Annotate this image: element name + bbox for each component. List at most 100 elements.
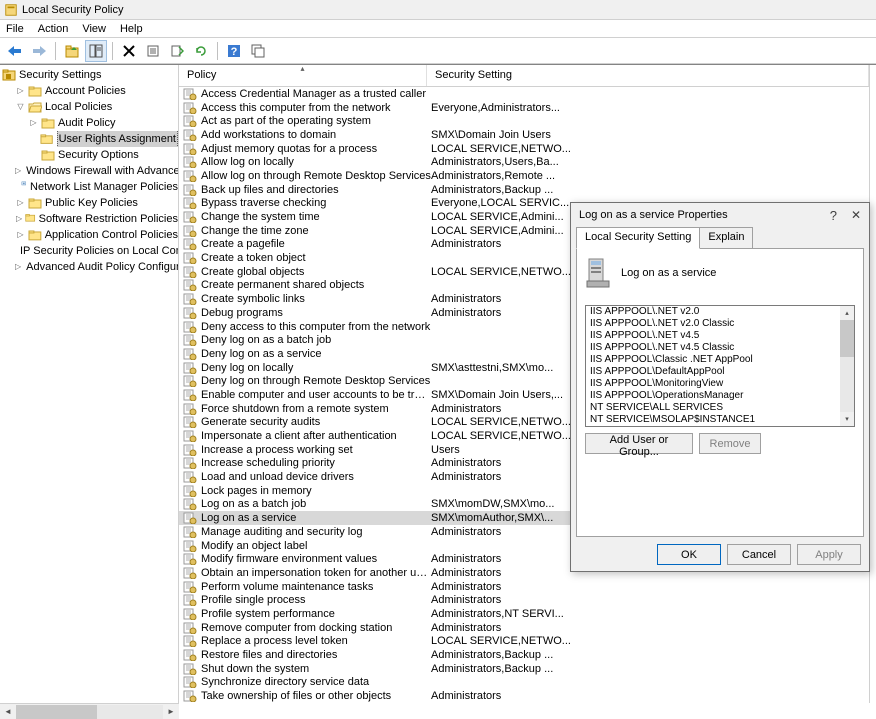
tree-expander-icon[interactable] xyxy=(28,134,38,145)
tree-expander-icon[interactable] xyxy=(28,150,39,161)
policy-item-icon xyxy=(183,266,197,278)
tree-item-label: Software Restriction Policies xyxy=(39,211,178,227)
tree-expander-icon[interactable]: ▷ xyxy=(15,166,21,177)
listbox-item[interactable]: IIS APPPOOL\.NET v4.5 Classic xyxy=(586,342,840,354)
listbox-item[interactable]: IIS APPPOOL\DefaultAppPool xyxy=(586,366,840,378)
tree-horizontal-scrollbar[interactable]: ◄ ► xyxy=(0,703,179,719)
policy-row[interactable]: Restore files and directoriesAdministrat… xyxy=(179,648,869,662)
listbox-item[interactable]: IIS APPPOOL\.NET v2.0 xyxy=(586,306,840,318)
policy-row[interactable]: Replace a process level tokenLOCAL SERVI… xyxy=(179,635,869,649)
tree-item-label: Public Key Policies xyxy=(45,195,138,211)
menu-view[interactable]: View xyxy=(82,23,106,35)
up-button[interactable] xyxy=(61,40,83,62)
window-list-button[interactable] xyxy=(247,40,269,62)
policy-row[interactable]: Access this computer from the networkEve… xyxy=(179,101,869,115)
menu-file[interactable]: File xyxy=(6,23,24,35)
tree-expander-icon[interactable]: ▷ xyxy=(15,214,23,225)
scroll-up-button[interactable]: ▴ xyxy=(840,306,854,320)
tree-item[interactable]: ▷Application Control Policies xyxy=(0,227,178,243)
menu-action[interactable]: Action xyxy=(38,23,69,35)
policy-name: Deny log on as a batch job xyxy=(201,334,431,346)
tree-expander-icon[interactable]: ▷ xyxy=(15,198,26,209)
tree-item[interactable]: IP Security Policies on Local Compute xyxy=(0,243,178,259)
policy-row[interactable]: Add workstations to domainSMX\Domain Joi… xyxy=(179,128,869,142)
tree-item[interactable]: User Rights Assignment xyxy=(0,131,178,147)
listbox-item[interactable]: NT SERVICE\ALL SERVICES xyxy=(586,402,840,414)
listbox-item[interactable]: IIS APPPOOL\.NET v2.0 Classic xyxy=(586,318,840,330)
scroll-track[interactable] xyxy=(840,320,854,412)
tree-item[interactable]: ▷ Software Restriction Policies xyxy=(0,211,178,227)
show-hide-button[interactable] xyxy=(85,40,107,62)
tree-item[interactable]: ▽Local Policies xyxy=(0,99,178,115)
add-user-or-group-button[interactable]: Add User or Group... xyxy=(585,433,693,454)
policy-row[interactable]: Shut down the systemAdministrators,Backu… xyxy=(179,662,869,676)
scroll-thumb[interactable] xyxy=(16,705,97,719)
tree-item[interactable]: ▷ Public Key Policies xyxy=(0,195,178,211)
menu-help[interactable]: Help xyxy=(120,23,143,35)
delete-button[interactable] xyxy=(118,40,140,62)
ok-button[interactable]: OK xyxy=(657,544,721,565)
forward-button[interactable] xyxy=(28,40,50,62)
tree-expander-icon[interactable]: ▷ xyxy=(15,86,26,97)
tree-item[interactable]: ▷Audit Policy xyxy=(0,115,178,131)
tree-expander-icon[interactable]: ▷ xyxy=(15,230,26,241)
tree-root-item[interactable]: Security Settings xyxy=(0,67,178,83)
policy-row[interactable]: Profile system performanceAdministrators… xyxy=(179,607,869,621)
help-button[interactable]: ? xyxy=(223,40,245,62)
tree-expander-icon[interactable]: ▷ xyxy=(28,118,39,129)
tree-expander-icon[interactable]: ▽ xyxy=(15,102,26,113)
apply-button[interactable]: Apply xyxy=(797,544,861,565)
scroll-right-button[interactable]: ► xyxy=(163,705,179,719)
tree-item[interactable]: ▷Advanced Audit Policy Configuration xyxy=(0,259,178,275)
cancel-button[interactable]: Cancel xyxy=(727,544,791,565)
column-policy-label: Policy xyxy=(187,69,216,81)
policy-name: Change the system time xyxy=(201,211,431,223)
scroll-thumb[interactable] xyxy=(840,320,854,357)
policy-row[interactable]: Back up files and directoriesAdministrat… xyxy=(179,183,869,197)
policy-row[interactable]: Profile single processAdministrators xyxy=(179,593,869,607)
dialog-close-button[interactable]: ✕ xyxy=(851,208,861,222)
policy-row[interactable]: Remove computer from docking stationAdmi… xyxy=(179,621,869,635)
policy-item-icon xyxy=(183,156,197,168)
toolbar-separator xyxy=(112,42,113,60)
policy-row[interactable]: Synchronize directory service data xyxy=(179,676,869,690)
remove-button[interactable]: Remove xyxy=(699,433,761,454)
column-policy[interactable]: Policy ▴ xyxy=(179,65,427,86)
tree-pane[interactable]: Security Settings▷Account Policies▽Local… xyxy=(0,65,179,703)
tree-item[interactable]: Network List Manager Policies xyxy=(0,179,178,195)
dialog-help-button[interactable]: ? xyxy=(830,208,837,223)
export-button[interactable] xyxy=(166,40,188,62)
users-listbox[interactable]: IIS APPPOOL\.NET v2.0IIS APPPOOL\.NET v2… xyxy=(585,305,855,427)
policy-row[interactable]: Allow log on through Remote Desktop Serv… xyxy=(179,169,869,183)
policy-name: Synchronize directory service data xyxy=(201,676,431,688)
policy-row[interactable]: Act as part of the operating system xyxy=(179,114,869,128)
policy-row[interactable]: Take ownership of files or other objects… xyxy=(179,689,869,703)
tab-explain[interactable]: Explain xyxy=(699,227,753,248)
tree-item[interactable]: ▷Account Policies xyxy=(0,83,178,99)
tree-item[interactable]: ▷Windows Firewall with Advanced Sec xyxy=(0,163,178,179)
policy-name: Deny log on locally xyxy=(201,362,431,374)
listbox-item[interactable]: IIS APPPOOL\.NET v4.5 xyxy=(586,330,840,342)
properties-button[interactable] xyxy=(142,40,164,62)
listbox-item[interactable]: NT SERVICE\MSOLAP$INSTANCE1 xyxy=(586,414,840,426)
tree-item[interactable]: Security Options xyxy=(0,147,178,163)
tree-root-label: Security Settings xyxy=(19,67,102,83)
scroll-track[interactable] xyxy=(16,705,163,719)
policy-name: Deny access to this computer from the ne… xyxy=(201,321,431,333)
listbox-item[interactable]: IIS APPPOOL\Classic .NET AppPool xyxy=(586,354,840,366)
policy-row[interactable]: Adjust memory quotas for a processLOCAL … xyxy=(179,142,869,156)
tab-local-security-setting[interactable]: Local Security Setting xyxy=(576,227,700,249)
listbox-item[interactable]: IIS APPPOOL\OperationsManager xyxy=(586,390,840,402)
column-setting[interactable]: Security Setting xyxy=(427,65,869,86)
policy-row[interactable]: Access Credential Manager as a trusted c… xyxy=(179,87,869,101)
policy-row[interactable]: Allow log on locallyAdministrators,Users… xyxy=(179,155,869,169)
scroll-down-button[interactable]: ▾ xyxy=(840,412,854,426)
back-button[interactable] xyxy=(4,40,26,62)
listbox-item[interactable]: IIS APPPOOL\MonitoringView xyxy=(586,378,840,390)
tree-expander-icon[interactable]: ▷ xyxy=(15,262,21,273)
policy-row[interactable]: Perform volume maintenance tasksAdminist… xyxy=(179,580,869,594)
scroll-left-button[interactable]: ◄ xyxy=(0,705,16,719)
listbox-scrollbar[interactable]: ▴ ▾ xyxy=(840,306,854,426)
tree-expander-icon[interactable] xyxy=(15,182,19,193)
refresh-button[interactable] xyxy=(190,40,212,62)
